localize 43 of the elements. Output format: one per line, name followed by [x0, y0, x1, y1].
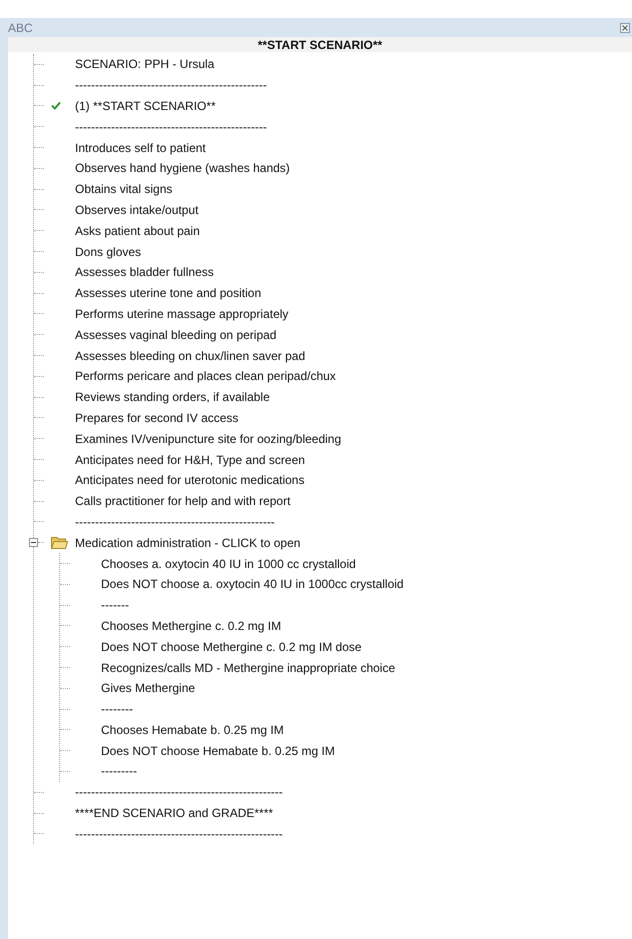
tree-item-label[interactable]: Chooses Hemabate b. 0.25 mg IM	[101, 724, 284, 736]
tree-item-label[interactable]: Does NOT choose Methergine c. 0.2 mg IM dose	[101, 640, 362, 653]
tree-item-label[interactable]: Asks patient about pain	[75, 224, 200, 237]
tree-item-label[interactable]: Assesses uterine tone and position	[75, 287, 262, 300]
tree-item-label[interactable]: Gives Methergine	[101, 682, 196, 694]
folder-icon	[51, 536, 68, 550]
tree-item-label[interactable]: Anticipates need for H&H, Type and screen	[75, 454, 305, 466]
tree-item-label[interactable]: --------	[101, 703, 133, 716]
tree-item-label[interactable]: ------------------------------------------------	[75, 79, 267, 92]
tree-item-label[interactable]: -------	[101, 599, 129, 612]
collapse-toggle-icon[interactable]	[29, 538, 38, 547]
tree-item-label[interactable]: --------------------------------------------------	[75, 516, 275, 528]
tree-item-label[interactable]: Chooses Methergine c. 0.2 mg IM	[101, 620, 282, 632]
tree-item-label[interactable]: Does NOT choose Hemabate b. 0.25 mg IM	[101, 744, 335, 757]
window-title: ABC	[8, 20, 33, 36]
tree-item-label[interactable]: Reviews standing orders, if available	[75, 391, 270, 404]
tree-item-label[interactable]: Anticipates need for uterotonic medications	[75, 474, 304, 486]
tree-item-label[interactable]: Prepares for second IV access	[75, 412, 238, 424]
tree-item-label[interactable]: Examines IV/venipuncture site for oozing/bleeding	[75, 432, 342, 445]
tree-item-label[interactable]: ****END SCENARIO and GRADE****	[75, 807, 274, 820]
tree-item-label[interactable]: Does NOT choose a. oxytocin 40 IU in 1000cc crystalloid	[101, 578, 404, 590]
close-icon[interactable]	[620, 22, 630, 32]
tree-item-label[interactable]: Observes hand hygiene (washes hands)	[75, 162, 290, 174]
tree-item-label[interactable]: Performs uterine massage appropriately	[75, 308, 288, 320]
tree-item-label[interactable]: ---------	[101, 765, 137, 778]
tree-item-label[interactable]: Calls practitioner for help and with report	[75, 495, 290, 508]
tree-item-label[interactable]: Medication administration - CLICK to open	[75, 536, 300, 549]
tree-item-label[interactable]: SCENARIO: PPH - Ursula	[75, 58, 214, 70]
tree-item-label[interactable]: Obtains vital signs	[75, 183, 172, 196]
tree-item-label[interactable]: ------------------------------------------------	[75, 120, 267, 133]
tree-header: **START SCENARIO**	[8, 37, 632, 52]
tree-item-label[interactable]: (1) **START SCENARIO**	[75, 100, 216, 112]
tree-item-label[interactable]: Assesses bleeding on chux/linen saver pad	[75, 350, 306, 362]
tree-item-label[interactable]: Introduces self to patient	[75, 142, 206, 154]
tree-item-label[interactable]: Recognizes/calls MD - Methergine inappropriate choice	[101, 662, 396, 674]
tree-item-label[interactable]: Observes intake/output	[75, 204, 198, 216]
tree-item-label[interactable]: Assesses bladder fullness	[75, 266, 214, 278]
tree-item-label[interactable]: Dons gloves	[75, 246, 142, 258]
tree-item-label[interactable]: Performs pericare and places clean peripad/chux	[75, 370, 336, 382]
tree-item-label[interactable]: Chooses a. oxytocin 40 IU in 1000 cc crystalloid	[101, 558, 356, 570]
tree-item-label[interactable]: ----------------------------------------------------	[75, 786, 283, 798]
tree-item-label[interactable]: ----------------------------------------------------	[75, 828, 283, 840]
tree-item-label[interactable]: Assesses vaginal bleeding on peripad	[75, 328, 276, 341]
